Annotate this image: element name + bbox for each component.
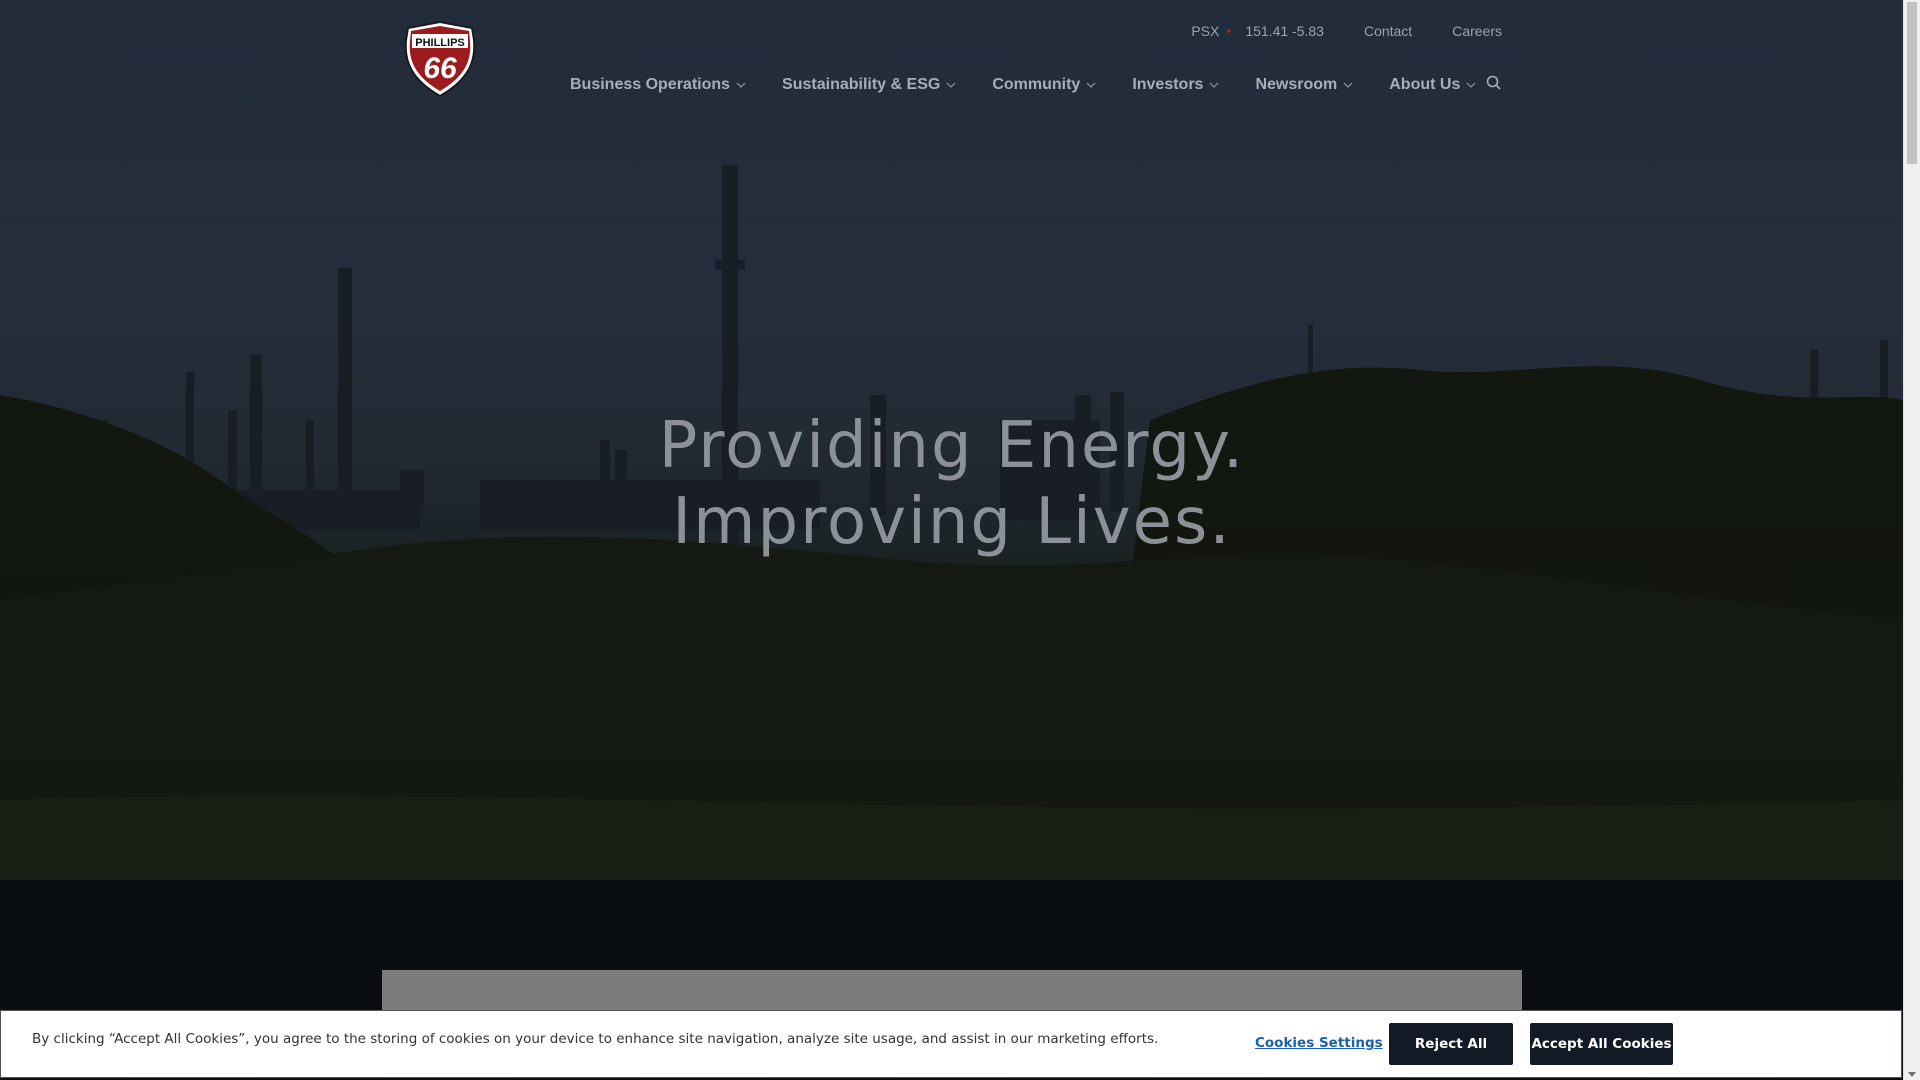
scroll-down-arrow-icon[interactable] [1908, 1072, 1916, 1077]
cookie-consent-text: By clicking “Accept All Cookies”, you ag… [32, 1031, 1159, 1047]
chevron-down-icon [1086, 82, 1096, 88]
contact-link[interactable]: Contact [1364, 23, 1412, 39]
chevron-down-icon [1466, 82, 1476, 88]
phillips-66-logo[interactable]: PHILLIPS 66 [402, 20, 478, 98]
careers-link[interactable]: Careers [1452, 23, 1502, 39]
utility-nav: PSX 151.41 -5.83 Contact Careers [1191, 21, 1502, 41]
chevron-down-icon [1210, 82, 1219, 88]
chevron-down-icon [946, 82, 956, 88]
svg-text:PHILLIPS: PHILLIPS [415, 37, 465, 49]
nav-item-investors[interactable]: Investors [1132, 76, 1219, 94]
content-panel [382, 970, 1522, 1010]
nav-item-label: Investors [1132, 76, 1204, 93]
stock-ticker-symbol: PSX [1191, 23, 1220, 39]
nav-item-label: Newsroom [1255, 76, 1338, 93]
hero-headline-line-2: Improving Lives. [672, 485, 1232, 559]
nav-item-business-operations[interactable]: Business Operations [570, 76, 746, 94]
nav-item-newsroom[interactable]: Newsroom [1255, 76, 1353, 94]
main-nav: Business Operations Sustainability & ESG… [570, 74, 1512, 96]
search-icon[interactable] [1485, 74, 1503, 92]
scrollbar-thumb[interactable] [1907, 2, 1917, 164]
reject-all-button[interactable]: Reject All [1389, 1023, 1513, 1065]
nav-item-label: Sustainability & ESG [782, 76, 941, 93]
hero-headline-line-1: Providing Energy. [658, 409, 1246, 483]
accept-all-cookies-button[interactable]: Accept All Cookies [1530, 1023, 1673, 1065]
ticker-indicator-icon [1227, 29, 1232, 33]
page-scrollbar[interactable] [1903, 0, 1920, 1080]
nav-item-label: About Us [1389, 76, 1461, 93]
cookies-settings-link[interactable]: Cookies Settings [1255, 1035, 1383, 1051]
cookie-consent-banner: By clicking “Accept All Cookies”, you ag… [0, 1010, 1902, 1078]
svg-text:66: 66 [423, 52, 457, 85]
stock-ticker-value: 151.41 -5.83 [1245, 23, 1324, 39]
nav-item-label: Community [992, 76, 1081, 93]
hero-headline: Providing Energy. Improving Lives. [0, 408, 1904, 560]
site-header: PHILLIPS 66 PSX 151.41 -5.83 Contact Car… [0, 0, 1904, 120]
nav-item-label: Business Operations [570, 76, 731, 93]
nav-item-about-us[interactable]: About Us [1389, 76, 1476, 94]
chevron-down-icon [1343, 82, 1353, 88]
nav-item-community[interactable]: Community [992, 76, 1096, 94]
chevron-down-icon [736, 82, 746, 88]
nav-item-sustainability-esg[interactable]: Sustainability & ESG [782, 76, 956, 94]
